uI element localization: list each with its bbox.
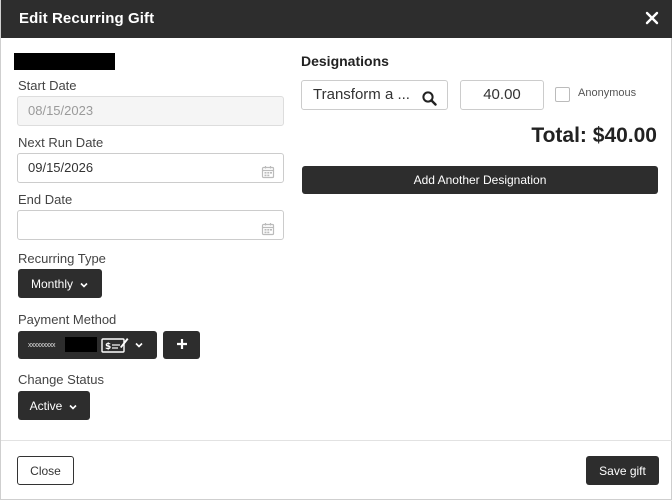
recurring-type-value: Monthly <box>30 276 74 291</box>
end-date-label: End Date <box>18 192 73 207</box>
calendar-icon[interactable] <box>261 218 275 236</box>
save-gift-button[interactable]: Save gift <box>586 456 659 485</box>
end-date-input[interactable] <box>17 210 284 240</box>
close-button-label: Close <box>30 463 61 478</box>
chevron-down-icon <box>79 279 89 289</box>
add-payment-method-button[interactable] <box>163 331 200 359</box>
start-date-input: 08/15/2023 <box>17 96 284 126</box>
next-run-date-input[interactable]: 09/15/2026 <box>17 153 284 183</box>
next-run-date-label: Next Run Date <box>18 135 104 150</box>
payment-method-dropdown[interactable]: xxxxxxxxx $ <box>18 331 157 359</box>
designation-amount-input[interactable]: 40.00 <box>460 80 544 110</box>
check-payment-icon: $ <box>101 336 129 354</box>
plus-icon <box>176 338 188 353</box>
status-value: Active <box>29 398 63 413</box>
footer-divider <box>1 440 672 441</box>
recurring-type-label: Recurring Type <box>18 251 106 266</box>
close-button[interactable]: Close <box>17 456 74 485</box>
redacted-donor-name <box>14 53 115 70</box>
anonymous-checkbox[interactable] <box>555 87 570 102</box>
save-gift-label: Save gift <box>599 463 646 478</box>
modal-title: Edit Recurring Gift <box>19 10 155 27</box>
payment-masked-number: xxxxxxxxx <box>28 341 56 349</box>
close-x-icon[interactable] <box>639 5 665 31</box>
designation-amount-value: 40.00 <box>483 86 521 103</box>
svg-text:$: $ <box>105 342 111 352</box>
designations-title: Designations <box>301 53 389 69</box>
designation-search-field[interactable]: Transform a ... <box>301 80 448 110</box>
search-icon[interactable] <box>422 88 437 106</box>
calendar-icon[interactable] <box>261 161 275 179</box>
anonymous-label: Anonymous <box>578 87 637 99</box>
change-status-label: Change Status <box>18 372 105 387</box>
modal-header: Edit Recurring Gift <box>1 0 672 38</box>
add-another-designation-label: Add Another Designation <box>413 173 547 187</box>
next-run-date-value: 09/15/2026 <box>28 160 94 175</box>
recurring-type-dropdown[interactable]: Monthly <box>18 269 102 298</box>
start-date-label: Start Date <box>18 78 77 93</box>
chevron-down-icon <box>68 401 78 411</box>
add-another-designation-button[interactable]: Add Another Designation <box>302 166 658 194</box>
edit-recurring-gift-modal: Edit Recurring Gift Start Date 08/15/202… <box>0 0 672 500</box>
start-date-value: 08/15/2023 <box>28 103 94 118</box>
status-dropdown[interactable]: Active <box>18 391 90 420</box>
redacted-account-number <box>65 337 97 352</box>
designation-name: Transform a ... <box>313 86 410 103</box>
payment-method-label: Payment Method <box>18 312 117 327</box>
designation-total: Total: $40.00 <box>531 124 657 147</box>
chevron-down-icon <box>134 339 144 353</box>
